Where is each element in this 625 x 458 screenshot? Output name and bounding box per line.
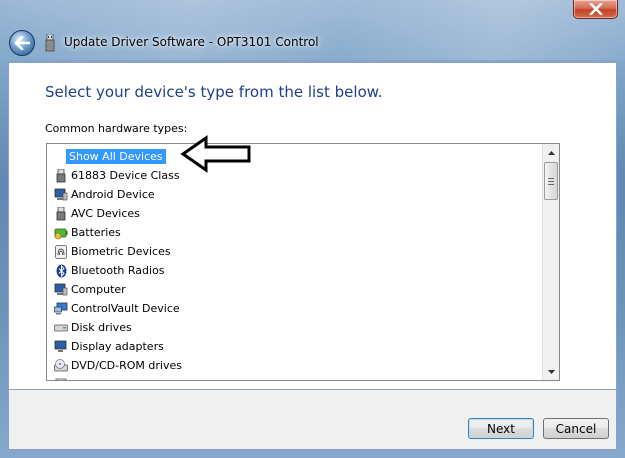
list-item-dvd-cd-rom-drives[interactable]: DVD/CD-ROM drives	[47, 356, 541, 375]
disk-drive-icon	[54, 321, 68, 335]
page-heading: Select your device's type from the list …	[45, 83, 383, 101]
list-item-label: Disk drives	[71, 321, 132, 334]
computer-monitor-icon	[54, 283, 68, 297]
close-button[interactable]	[573, 0, 618, 19]
list-item-label: Computer	[71, 283, 126, 296]
firewire-plug-icon	[54, 168, 68, 183]
list-item-batteries[interactable]: Batteries	[47, 223, 541, 242]
scroll-down-button[interactable]	[543, 363, 559, 380]
list-item-avc-devices[interactable]: AVC Devices	[47, 204, 541, 223]
chevron-up-icon	[547, 150, 555, 155]
close-icon	[589, 3, 602, 15]
firewire-plug-icon	[54, 206, 68, 221]
list-item-label: AVC Devices	[71, 207, 140, 220]
dialog-footer: Next Cancel	[8, 390, 617, 450]
annotation-arrow-icon	[180, 135, 251, 173]
optical-drive-icon	[54, 358, 68, 373]
hardware-types-list[interactable]: Show All Devices 61883 Device Class Andr…	[46, 143, 560, 381]
network-computer-icon	[54, 302, 68, 316]
usb-device-icon	[45, 34, 55, 52]
list-item-partial[interactable]	[47, 375, 541, 380]
list-item-display-adapters[interactable]: Display adapters	[47, 337, 541, 356]
list-item-label: Batteries	[71, 226, 121, 239]
battery-icon	[54, 226, 68, 240]
fingerprint-icon	[54, 244, 68, 259]
list-item-disk-drives[interactable]: Disk drives	[47, 318, 541, 337]
list-item-bluetooth-radios[interactable]: Bluetooth Radios	[47, 261, 541, 280]
next-button[interactable]: Next	[468, 418, 534, 439]
bluetooth-icon	[54, 264, 68, 278]
list-item-label: 61883 Device Class	[71, 169, 180, 182]
window-title: Update Driver Software - OPT3101 Control	[64, 35, 319, 49]
hardware-types-label: Common hardware types:	[45, 122, 188, 135]
back-arrow-icon	[14, 36, 30, 50]
list-item-computer[interactable]: Computer	[47, 280, 541, 299]
generic-device-icon	[54, 378, 68, 380]
chevron-down-icon	[547, 369, 555, 374]
list-item-label: Android Device	[71, 188, 155, 201]
computer-monitor-icon	[54, 188, 68, 202]
list-item-label: Bluetooth Radios	[71, 264, 165, 277]
back-button[interactable]	[9, 30, 35, 56]
list-item-label: DVD/CD-ROM drives	[71, 359, 182, 372]
list-item-controlvault-device[interactable]: ControlVault Device	[47, 299, 541, 318]
cancel-button[interactable]: Cancel	[543, 418, 609, 439]
list-scrollbar[interactable]	[542, 144, 559, 380]
display-adapter-icon	[54, 340, 68, 354]
scroll-up-button[interactable]	[543, 144, 559, 161]
list-item-show-all-devices[interactable]: Show All Devices	[47, 147, 541, 166]
list-item-label: Show All Devices	[66, 149, 166, 164]
list-item-biometric-devices[interactable]: Biometric Devices	[47, 242, 541, 261]
window-frame: Update Driver Software - OPT3101 Control…	[0, 0, 625, 458]
list-item-android-device[interactable]: Android Device	[47, 185, 541, 204]
list-item-61883-device-class[interactable]: 61883 Device Class	[47, 166, 541, 185]
scroll-thumb[interactable]	[544, 162, 558, 200]
list-item-label: Biometric Devices	[71, 245, 171, 258]
list-item-label: ControlVault Device	[71, 302, 180, 315]
list-item-label: Display adapters	[71, 340, 164, 353]
dialog-content: Select your device's type from the list …	[8, 62, 617, 390]
